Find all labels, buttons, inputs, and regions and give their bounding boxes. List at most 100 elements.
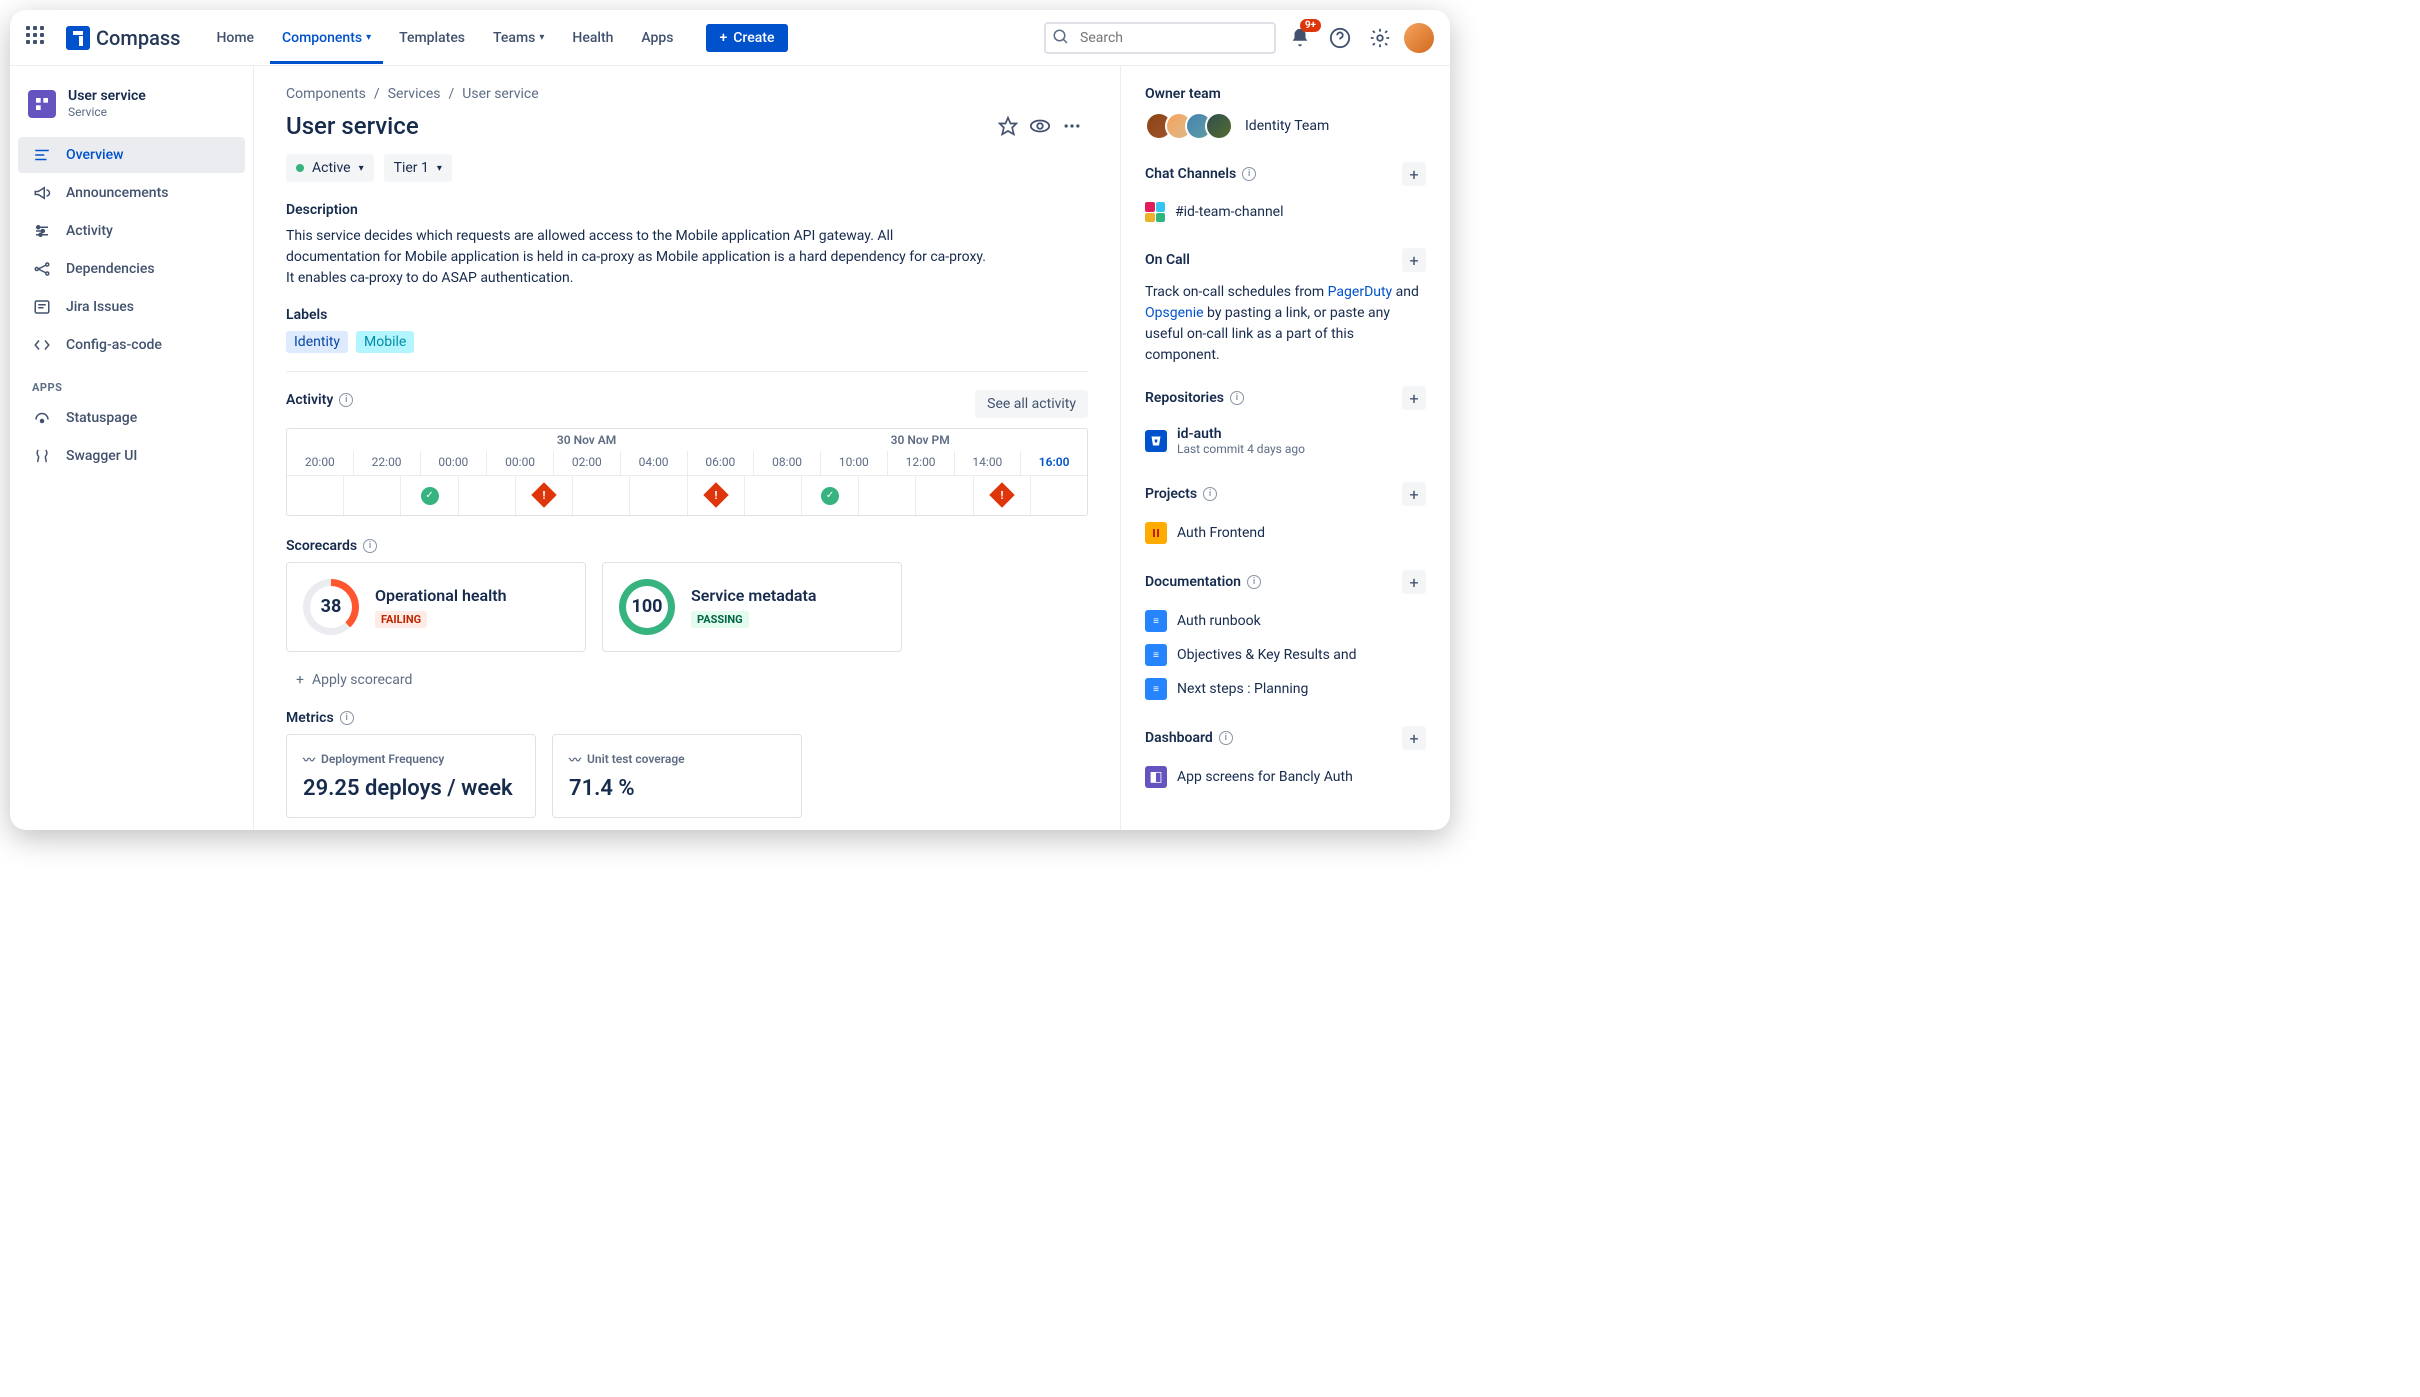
timeline-slot: ! <box>974 476 1031 515</box>
search-field <box>1044 22 1276 54</box>
timeline-slot <box>344 476 401 515</box>
repositories-heading: Repositoriesi <box>1145 390 1244 406</box>
status-dot-icon <box>296 164 304 172</box>
dashboard-icon: ◧ <box>1145 766 1167 788</box>
swagger-icon <box>32 446 52 466</box>
add-dashboard-button[interactable]: + <box>1402 726 1426 750</box>
timeline-slot <box>459 476 516 515</box>
nav-teams[interactable]: Teams▾ <box>481 12 556 64</box>
dashboard-heading: Dashboardi <box>1145 730 1233 746</box>
nav-apps[interactable]: Apps <box>629 12 685 64</box>
status-badge: PASSING <box>691 611 749 628</box>
sidebar-item-announcements[interactable]: Announcements <box>18 175 245 211</box>
sidebar-app-statuspage[interactable]: Statuspage <box>18 400 245 436</box>
app-switcher-icon[interactable] <box>26 26 50 50</box>
info-icon[interactable]: i <box>1203 487 1217 501</box>
see-all-activity-button[interactable]: See all activity <box>975 390 1088 418</box>
watch-button[interactable] <box>1024 110 1056 142</box>
user-avatar[interactable] <box>1404 23 1434 53</box>
overview-icon <box>32 145 52 165</box>
project-link[interactable]: Auth Frontend <box>1145 516 1426 550</box>
info-icon[interactable]: i <box>363 539 377 553</box>
page-title: User service <box>286 112 992 140</box>
dashboard-link[interactable]: ◧App screens for Bancly Auth <box>1145 760 1426 794</box>
add-doc-button[interactable]: + <box>1402 570 1426 594</box>
tier-dropdown[interactable]: Tier 1▾ <box>384 154 452 182</box>
error-icon: ! <box>703 482 728 507</box>
metric-deployment-frequency[interactable]: 〰Deployment Frequency 29.25 deploys / we… <box>286 734 536 818</box>
timeline-hour: 04:00 <box>621 451 688 475</box>
info-icon[interactable]: i <box>340 711 354 725</box>
timeline-hour: 22:00 <box>354 451 421 475</box>
scorecard-service-metadata[interactable]: 100 Service metadataPASSING <box>602 562 902 652</box>
more-button[interactable] <box>1056 110 1088 142</box>
opsgenie-link[interactable]: Opsgenie <box>1145 305 1204 321</box>
pagerduty-link[interactable]: PagerDuty <box>1328 284 1393 300</box>
activity-heading: Activityi <box>286 392 353 408</box>
plus-icon: + <box>720 30 728 46</box>
metric-unit-test-coverage[interactable]: 〰Unit test coverage 71.4 % <box>552 734 802 818</box>
doc-link[interactable]: ≡Next steps : Planning <box>1145 672 1426 706</box>
sidebar-item-jira[interactable]: Jira Issues <box>18 289 245 325</box>
nav-home[interactable]: Home <box>204 12 266 64</box>
notifications-button[interactable]: 9+ <box>1284 22 1316 54</box>
timeline-hour: 06:00 <box>688 451 755 475</box>
repo-link[interactable]: id-authLast commit 4 days ago <box>1145 420 1426 462</box>
sidebar-item-overview[interactable]: Overview <box>18 137 245 173</box>
nav-components[interactable]: Components▾ <box>270 12 383 64</box>
status-badge: FAILING <box>375 611 427 628</box>
nav-templates[interactable]: Templates <box>387 12 477 64</box>
create-button[interactable]: +Create <box>706 24 789 52</box>
info-icon[interactable]: i <box>1242 167 1256 181</box>
sidebar: User service Service Overview Announceme… <box>10 66 254 830</box>
doc-link[interactable]: ≡Objectives & Key Results and <box>1145 638 1426 672</box>
score-ring: 38 <box>303 579 359 635</box>
sidebar-app-swagger[interactable]: Swagger UI <box>18 438 245 474</box>
crumb-current: User service <box>462 86 538 102</box>
add-chat-button[interactable]: + <box>1402 162 1426 186</box>
info-icon[interactable]: i <box>1230 391 1244 405</box>
sidebar-item-config[interactable]: Config-as-code <box>18 327 245 363</box>
crumb-components[interactable]: Components <box>286 86 366 102</box>
scorecard-operational-health[interactable]: 38 Operational healthFAILING <box>286 562 586 652</box>
statuspage-icon <box>32 408 52 428</box>
timeline-slot <box>1031 476 1087 515</box>
sidebar-item-dependencies[interactable]: Dependencies <box>18 251 245 287</box>
timeline-slot: ✓ <box>802 476 859 515</box>
add-project-button[interactable]: + <box>1402 482 1426 506</box>
info-icon[interactable]: i <box>339 393 353 407</box>
crumb-services[interactable]: Services <box>388 86 441 102</box>
doc-link[interactable]: ≡Auth runbook <box>1145 604 1426 638</box>
apply-scorecard-button[interactable]: +Apply scorecard <box>286 666 1088 694</box>
description-text: This service decides which requests are … <box>286 226 986 289</box>
chat-channels-heading: Chat Channelsi <box>1145 166 1256 182</box>
timeline-hour: 14:00 <box>955 451 1022 475</box>
timeline-slot <box>287 476 344 515</box>
nav-health[interactable]: Health <box>560 12 625 64</box>
sidebar-apps-label: APPS <box>18 365 245 400</box>
status-dropdown[interactable]: Active▾ <box>286 154 374 182</box>
product-logo[interactable]: Compass <box>66 26 180 50</box>
timeline-hour: 20:00 <box>287 451 354 475</box>
error-icon: ! <box>531 482 556 507</box>
info-icon[interactable]: i <box>1247 575 1261 589</box>
sidebar-item-activity[interactable]: Activity <box>18 213 245 249</box>
notification-badge: 9+ <box>1300 19 1321 32</box>
info-icon[interactable]: i <box>1219 731 1233 745</box>
owner-team-link[interactable]: Identity Team <box>1145 112 1426 140</box>
settings-button[interactable] <box>1364 22 1396 54</box>
label-identity[interactable]: Identity <box>286 331 348 353</box>
add-repo-button[interactable]: + <box>1402 386 1426 410</box>
timeline-slot: ! <box>688 476 745 515</box>
timeline-hour: 10:00 <box>821 451 888 475</box>
documentation-heading: Documentationi <box>1145 574 1261 590</box>
team-avatars <box>1145 112 1233 140</box>
bitbucket-icon <box>1145 430 1167 452</box>
help-button[interactable] <box>1324 22 1356 54</box>
timeline-hour: 12:00 <box>888 451 955 475</box>
chat-channel-link[interactable]: #id-team-channel <box>1145 196 1426 228</box>
add-oncall-button[interactable]: + <box>1402 248 1426 272</box>
label-mobile[interactable]: Mobile <box>356 331 414 353</box>
star-button[interactable] <box>992 110 1024 142</box>
search-input[interactable] <box>1044 22 1276 54</box>
